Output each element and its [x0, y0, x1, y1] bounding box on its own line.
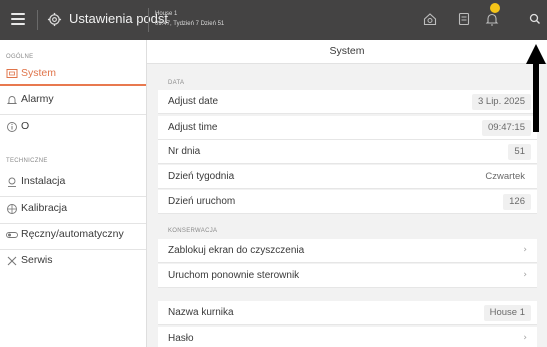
- sidebar-item-label: Alarmy: [21, 93, 54, 105]
- content-header: System: [147, 40, 547, 64]
- divider: [0, 114, 146, 115]
- row-zablokuj-ekran[interactable]: Zablokuj ekran do czyszczenia ›: [158, 239, 537, 263]
- document-icon[interactable]: [456, 11, 472, 27]
- row-value: 51: [508, 144, 531, 160]
- sidebar-item-label: Serwis: [21, 254, 53, 266]
- search-icon[interactable]: [527, 11, 543, 27]
- sidebar-item-alarmy[interactable]: Alarmy: [0, 89, 146, 115]
- group-label-konserwacja: KONSERWACJA: [168, 228, 218, 234]
- app-title: Ustawienia podst: [69, 11, 168, 26]
- sidebar-item-label: Ręczny/automatyczny: [21, 228, 124, 240]
- divider: [0, 196, 146, 197]
- row-label: Zablokuj ekran do czyszczenia: [168, 245, 305, 256]
- row-value: Czwartek: [485, 171, 525, 182]
- hamburger-menu-icon[interactable]: [11, 13, 25, 25]
- sidebar-item-o[interactable]: O: [0, 116, 146, 142]
- sidebar-item-label: Instalacja: [21, 175, 66, 187]
- row-value: 3 Lip. 2025: [471, 94, 531, 110]
- sidebar-item-reczny-automatyczny[interactable]: Ręczny/automatyczny: [0, 224, 146, 250]
- chevron-right-icon: ›: [523, 333, 527, 343]
- arrow-up-annotation: [526, 44, 546, 132]
- notification-dot: [490, 3, 500, 13]
- row-label: Dzień uruchom: [168, 196, 236, 207]
- calibration-icon: [7, 204, 17, 214]
- row-adjust-date[interactable]: Adjust date 3 Lip. 2025: [158, 90, 537, 114]
- row-haslo[interactable]: Hasło ›: [158, 327, 537, 347]
- sidebar-item-label: System: [21, 67, 57, 79]
- sidebar-item-serwis[interactable]: Serwis: [0, 250, 146, 276]
- info-icon: [7, 122, 17, 132]
- row-label: Dzień tygodnia: [168, 171, 235, 182]
- top-bar: Ustawienia podst House 1 09:47, Tydzień …: [0, 0, 547, 40]
- row-label: Uruchom ponownie sterownik: [168, 270, 300, 281]
- bell-icon[interactable]: [484, 11, 500, 27]
- house-info: 09:47, Tydzień 7 Dzień 51: [155, 21, 225, 27]
- group-label-data: DATA: [168, 80, 185, 86]
- monitor-icon: [6, 69, 18, 78]
- sidebar-item-label: Kalibracja: [21, 202, 68, 214]
- chevron-right-icon: ›: [523, 245, 527, 255]
- bell-icon: [6, 96, 18, 104]
- row-value: 09:47:15: [482, 120, 531, 136]
- toggle-icon: [6, 232, 18, 238]
- main-content: System DATA Adjust date 3 Lip. 2025 Adju…: [147, 40, 547, 347]
- page-title: System: [329, 45, 365, 57]
- sidebar-item-instalacja[interactable]: Instalacja: [0, 171, 146, 197]
- row-uruchom-ponownie[interactable]: Uruchom ponownie sterownik ›: [158, 264, 537, 288]
- active-indicator: [0, 84, 146, 86]
- row-dzien-tygodnia[interactable]: Dzień tygodnia Czwartek: [158, 165, 537, 189]
- row-label: Adjust date: [168, 96, 219, 107]
- row-nazwa-kurnika[interactable]: Nazwa kurnika House 1: [158, 301, 537, 325]
- sidebar-section-technical: TECHNICZNE: [6, 158, 48, 164]
- row-label: Nazwa kurnika: [168, 307, 234, 318]
- row-label: Nr dnia: [168, 146, 201, 157]
- row-adjust-time[interactable]: Adjust time 09:47:15: [158, 116, 537, 140]
- divider: [37, 10, 38, 30]
- divider: [148, 8, 149, 32]
- gear-icon: [47, 12, 62, 27]
- row-dzien-uruchom[interactable]: Dzień uruchom 126: [158, 190, 537, 214]
- row-label: Adjust time: [168, 122, 218, 133]
- sidebar-item-system[interactable]: System: [0, 63, 146, 89]
- house-name: House 1: [155, 11, 178, 17]
- sidebar-section-general: OGÓLNE: [6, 54, 34, 60]
- sidebar-item-label: O: [21, 120, 30, 132]
- row-label: Hasło: [168, 333, 194, 344]
- house-icon[interactable]: [422, 11, 438, 27]
- installation-icon: [8, 177, 16, 187]
- sidebar-item-kalibracja[interactable]: Kalibracja: [0, 198, 146, 224]
- row-value: House 1: [483, 305, 531, 321]
- sidebar: OGÓLNE System Alarmy O TECHNICZNE Instal…: [0, 40, 147, 347]
- row-value: 126: [503, 194, 531, 210]
- tools-icon: [7, 256, 17, 266]
- row-nr-dnia[interactable]: Nr dnia 51: [158, 140, 537, 164]
- chevron-right-icon: ›: [523, 270, 527, 280]
